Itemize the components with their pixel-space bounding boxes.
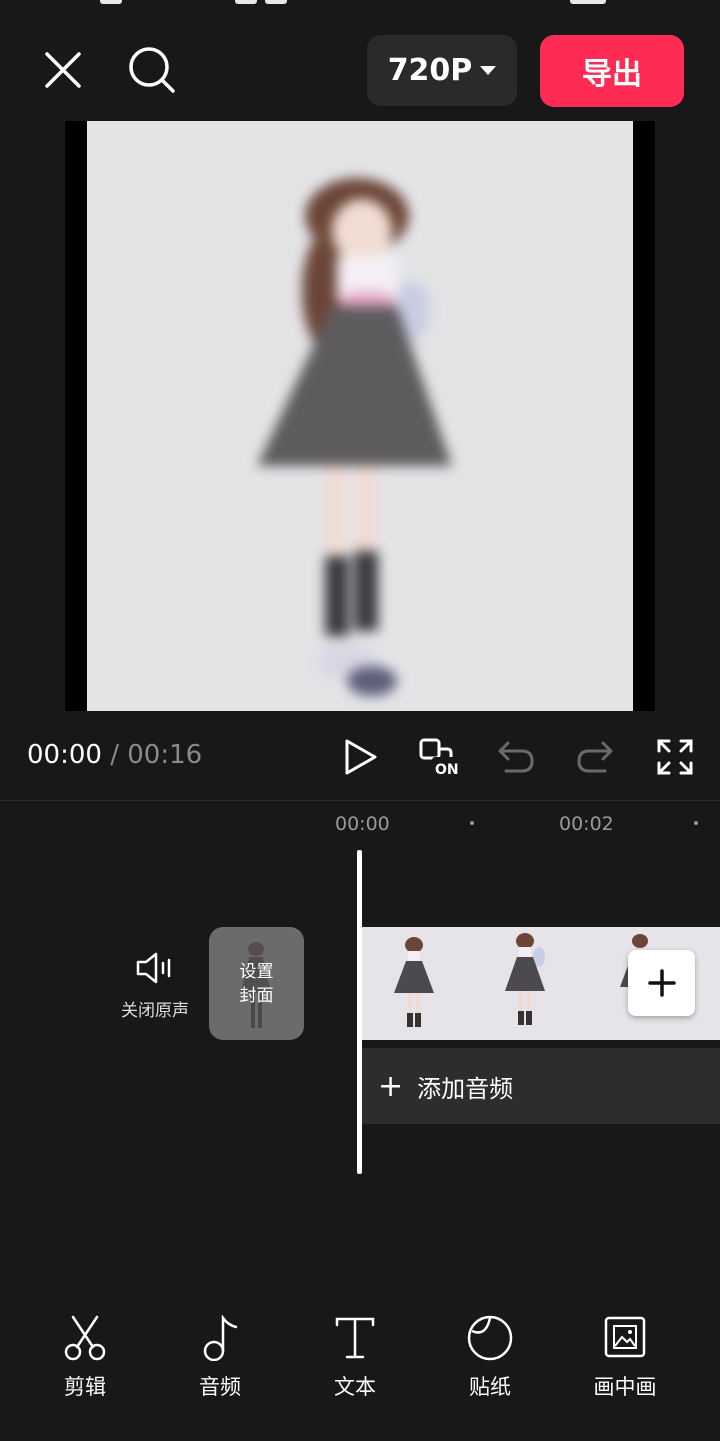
- play-icon[interactable]: [336, 732, 386, 782]
- set-cover-button[interactable]: 设置封面: [209, 927, 304, 1040]
- time-display: 00:00 / 00:16: [27, 740, 202, 770]
- chevron-down-icon: [480, 66, 497, 75]
- toolbar-label: 音频: [199, 1375, 241, 1399]
- toolbar-item-pip[interactable]: 画中画: [570, 1315, 680, 1401]
- resolution-dropdown[interactable]: 720P: [367, 35, 517, 106]
- toolbar-item-text[interactable]: 文本: [300, 1315, 410, 1401]
- redo-icon[interactable]: [570, 732, 620, 782]
- toolbar-label: 画中画: [593, 1375, 657, 1399]
- playhead[interactable]: [357, 850, 362, 1174]
- export-button[interactable]: 导出: [540, 35, 684, 107]
- svg-text:ON: ON: [435, 762, 459, 778]
- toolbar-item-edit[interactable]: 剪辑: [30, 1315, 140, 1401]
- toolbar-label: 剪辑: [64, 1375, 106, 1399]
- toolbar-item-audio[interactable]: 音频: [165, 1315, 275, 1401]
- add-audio-label: 添加音频: [417, 1074, 514, 1103]
- clip-thumbnail: [394, 937, 434, 1027]
- undo-icon[interactable]: [491, 732, 541, 782]
- plus-icon: [647, 969, 676, 997]
- plus-icon: +: [378, 1068, 404, 1104]
- scissors-icon: [64, 1315, 106, 1361]
- divider: [0, 800, 720, 801]
- ruler-label-0: 00:00: [335, 813, 390, 835]
- cover-label: 设置封面: [239, 961, 274, 1006]
- time-separator: /: [110, 740, 119, 770]
- ruler-label-1: 00:02: [559, 813, 614, 835]
- toolbar-label: 文本: [334, 1375, 376, 1399]
- picture-in-picture-icon: [604, 1316, 646, 1358]
- top-bar: 720P 导出: [0, 20, 720, 120]
- resolution-label: 720P: [387, 53, 473, 88]
- add-clip-button[interactable]: [628, 950, 695, 1016]
- sticker-icon: [467, 1315, 513, 1361]
- preview-image: [87, 121, 633, 711]
- text-icon: [335, 1317, 375, 1359]
- search-icon[interactable]: [122, 40, 182, 100]
- clip-thumbnail: [505, 933, 545, 1025]
- close-icon[interactable]: [33, 40, 93, 100]
- toolbar-item-sticker[interactable]: 贴纸: [435, 1315, 545, 1401]
- ruler-dot: [694, 821, 698, 825]
- fullscreen-icon[interactable]: [650, 732, 700, 782]
- music-note-icon: [203, 1315, 238, 1361]
- total-time: 00:16: [127, 740, 203, 770]
- ruler-dot: [470, 821, 474, 825]
- add-audio-button[interactable]: + 添加音频: [362, 1048, 720, 1124]
- video-preview[interactable]: [65, 121, 655, 711]
- loop-on-icon[interactable]: ON: [414, 732, 464, 782]
- speaker-icon: [136, 952, 171, 984]
- toolbar-label: 贴纸: [469, 1375, 511, 1399]
- status-bar: [0, 0, 720, 10]
- mute-label: 关闭原声: [121, 1001, 189, 1021]
- mute-original-button[interactable]: 关闭原声: [110, 950, 200, 1021]
- current-time: 00:00: [27, 740, 102, 770]
